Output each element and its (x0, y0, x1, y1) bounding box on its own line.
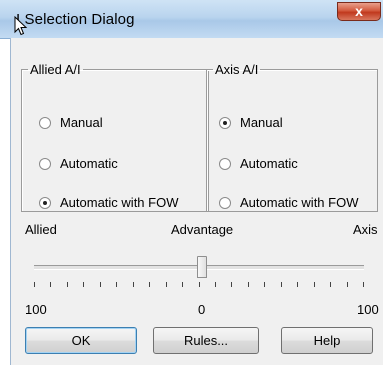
rules-button[interactable]: Rules... (153, 327, 259, 354)
slider-tick (132, 282, 134, 287)
radio-label: Automatic (240, 156, 298, 171)
advantage-slider[interactable] (34, 256, 364, 296)
mouse-pointer-icon (14, 16, 28, 36)
advantage-label: Advantage (171, 222, 234, 237)
radio-label: Manual (240, 115, 283, 130)
slider-tick (50, 282, 52, 287)
slider-tick (280, 282, 282, 287)
allied-manual-radio[interactable]: Manual (39, 115, 103, 130)
allied-ai-group: Allied A/I Manual Automatic Automatic wi… (21, 62, 209, 212)
axis-automatic-fow-radio[interactable]: Automatic with FOW (219, 195, 358, 210)
axis-label: Axis (353, 222, 378, 237)
slider-tick (66, 282, 68, 287)
radio-label: Automatic with FOW (60, 195, 179, 210)
slider-tick (198, 282, 200, 287)
radio-indicator (219, 196, 231, 209)
help-button[interactable]: Help (281, 327, 373, 354)
axis-ai-group: Axis A/I Manual Automatic Automatic with… (206, 62, 378, 212)
allied-automatic-radio[interactable]: Automatic (39, 156, 118, 171)
slider-tick (313, 282, 315, 287)
slider-tick (330, 282, 332, 287)
allied-ai-legend: Allied A/I (30, 62, 81, 77)
slider-tick (264, 282, 266, 287)
slider-tick (116, 282, 118, 287)
close-button[interactable]: x (337, 2, 381, 21)
slider-thumb[interactable] (197, 256, 207, 278)
radio-label: Manual (60, 115, 103, 130)
slider-tick (149, 282, 151, 287)
radio-indicator (219, 157, 231, 170)
radio-indicator-selected (39, 196, 51, 209)
slider-tick (214, 282, 216, 287)
radio-indicator (39, 116, 51, 129)
axis-ai-legend: Axis A/I (215, 62, 259, 77)
slider-tick (182, 282, 184, 287)
axis-automatic-radio[interactable]: Automatic (219, 156, 298, 171)
dialog-body: Allied A/I Manual Automatic Automatic wi… (10, 38, 383, 365)
slider-tick (247, 282, 249, 287)
window-title: I Selection Dialog (16, 11, 135, 28)
slider-min-label: 100 (25, 302, 47, 317)
slider-ticks (34, 282, 364, 288)
radio-label: Automatic with FOW (240, 195, 359, 210)
slider-tick (363, 282, 364, 287)
slider-tick (231, 282, 233, 287)
allied-label: Allied (25, 222, 57, 237)
slider-tick (99, 282, 101, 287)
allied-automatic-fow-radio[interactable]: Automatic with FOW (39, 195, 178, 210)
radio-indicator-selected (219, 116, 231, 129)
slider-tick (34, 282, 35, 287)
slider-tick (297, 282, 299, 287)
slider-tick (165, 282, 167, 287)
radio-label: Automatic (60, 156, 118, 171)
ok-button[interactable]: OK (25, 327, 137, 354)
slider-max-label: 100 (357, 302, 379, 317)
slider-tick (83, 282, 85, 287)
close-icon: x (355, 3, 363, 19)
slider-tick (346, 282, 348, 287)
axis-manual-radio[interactable]: Manual (219, 115, 283, 130)
slider-mid-label: 0 (198, 302, 206, 317)
title-bar[interactable]: I Selection Dialog x (0, 0, 383, 39)
radio-indicator (39, 157, 51, 170)
ai-selection-dialog: I Selection Dialog x Allied A/I Manual A… (0, 0, 383, 365)
